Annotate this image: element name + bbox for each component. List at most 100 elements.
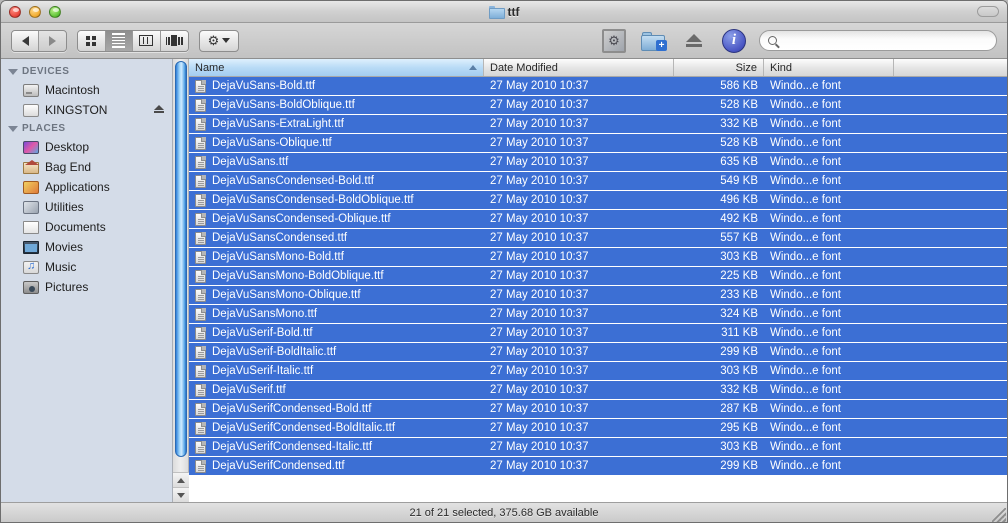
sidebar-item-music[interactable]: Music [1, 257, 172, 277]
column-header-name[interactable]: Name [189, 59, 484, 76]
disclosure-triangle-icon[interactable] [8, 125, 18, 132]
movies-icon [23, 240, 39, 254]
cell-date-modified: 27 May 2010 10:37 [490, 422, 589, 434]
music-icon [23, 260, 39, 274]
new-folder-button[interactable]: + [639, 27, 669, 55]
cell-date-modified: 27 May 2010 10:37 [490, 270, 589, 282]
icon-view-button[interactable] [78, 30, 106, 51]
cell-kind: Windo...e font [770, 156, 841, 168]
column-view-button[interactable] [133, 30, 161, 51]
eject-icon [684, 32, 704, 50]
eject-button[interactable] [679, 27, 709, 55]
table-row[interactable]: DejaVuSans.ttf 27 May 2010 10:37 635 KB Win… [189, 153, 1007, 172]
table-row[interactable]: DejaVuSerifCondensed-BoldItalic.ttf 27 Ma… [189, 419, 1007, 438]
back-button[interactable] [12, 30, 39, 51]
sidebar-item-label: Pictures [45, 280, 89, 294]
table-row[interactable]: DejaVuSans-Bold.ttf 27 May 2010 10:37 586 … [189, 77, 1007, 96]
resize-grip[interactable] [992, 508, 1006, 522]
scroll-down-button[interactable] [173, 487, 189, 502]
quick-look-button[interactable]: ⚙ [599, 27, 629, 55]
sidebar-item-pictures[interactable]: Pictures [1, 277, 172, 297]
cell-name: DejaVuSans.ttf [189, 155, 484, 169]
cell-kind: Windo...e font [770, 194, 841, 206]
document-icon [195, 250, 206, 264]
column-header-label: Name [195, 61, 225, 74]
removable-disk-icon [23, 103, 39, 117]
document-icon [195, 307, 206, 321]
forward-button[interactable] [39, 30, 66, 51]
sidebar-item-applications[interactable]: Applications [1, 177, 172, 197]
table-row[interactable]: DejaVuSans-ExtraLight.ttf 27 May 2010 10:… [189, 115, 1007, 134]
sidebar-item-documents[interactable]: Documents [1, 217, 172, 237]
document-icon [195, 231, 206, 245]
coverflow-icon [165, 35, 183, 46]
table-row[interactable]: DejaVuSansMono-Oblique.ttf 27 May 2010 10… [189, 286, 1007, 305]
coverflow-view-button[interactable] [160, 30, 188, 51]
cell-date-modified: 27 May 2010 10:37 [490, 365, 589, 377]
document-icon [195, 136, 206, 150]
window-controls [1, 5, 61, 18]
list-icon [112, 33, 126, 48]
scroll-up-button[interactable] [173, 472, 189, 487]
sidebar-item-utilities[interactable]: Utilities [1, 197, 172, 217]
cell-size: 528 KB [720, 137, 758, 149]
table-row[interactable]: DejaVuSerif-Italic.ttf 27 May 2010 10:37 3… [189, 362, 1007, 381]
disclosure-triangle-icon[interactable] [8, 68, 18, 75]
table-row[interactable]: DejaVuSerifCondensed-Bold.ttf 27 May 2010… [189, 400, 1007, 419]
table-row[interactable]: DejaVuSansCondensed-BoldOblique.ttf 27 Ma… [189, 191, 1007, 210]
eject-icon[interactable] [154, 105, 164, 113]
table-row[interactable]: DejaVuSansMono-BoldOblique.ttf 27 May 201… [189, 267, 1007, 286]
search-input[interactable] [782, 34, 988, 47]
cell-name: DejaVuSerifCondensed-BoldItalic.ttf [189, 421, 484, 435]
table-row[interactable]: DejaVuSansMono.ttf 27 May 2010 10:37 324 K… [189, 305, 1007, 324]
quicklook-icon: ⚙ [602, 28, 626, 53]
column-header-size[interactable]: Size [674, 59, 764, 76]
minimize-button[interactable] [29, 5, 41, 18]
close-button[interactable] [9, 5, 21, 18]
folder-icon [488, 6, 505, 19]
sidebar-item-movies[interactable]: Movies [1, 237, 172, 257]
list-view-button[interactable] [105, 30, 133, 51]
sidebar-group-devices[interactable]: DEVICES [1, 63, 172, 80]
maximize-button[interactable] [49, 5, 61, 18]
table-row[interactable]: DejaVuSans-BoldOblique.ttf 27 May 2010 10… [189, 96, 1007, 115]
table-row[interactable]: DejaVuSerifCondensed-Italic.ttf 27 May 20… [189, 438, 1007, 457]
title-bar[interactable]: ttf [1, 1, 1007, 23]
table-row[interactable]: DejaVuSansCondensed-Oblique.ttf 27 May 20… [189, 210, 1007, 229]
cell-size: 303 KB [720, 251, 758, 263]
chevron-right-icon [49, 35, 56, 46]
table-row[interactable]: DejaVuSerifCondensed.ttf 27 May 2010 10:3… [189, 457, 1007, 476]
table-row[interactable]: DejaVuSans-Oblique.ttf 27 May 2010 10:37 5… [189, 134, 1007, 153]
table-row[interactable]: DejaVuSerif-Bold.ttf 27 May 2010 10:37 311… [189, 324, 1007, 343]
sidebar-item-desktop[interactable]: Desktop [1, 137, 172, 157]
file-name: DejaVuSerif-BoldItalic.ttf [212, 346, 337, 358]
cell-size: 332 KB [720, 384, 758, 396]
action-gear-menu[interactable]: ⚙ [199, 29, 239, 52]
sidebar-group-places[interactable]: PLACES [1, 120, 172, 137]
column-header-date[interactable]: Date Modified [484, 59, 674, 76]
table-row[interactable]: DejaVuSerif.ttf 27 May 2010 10:37 332 KB Wi… [189, 381, 1007, 400]
cell-size: 324 KB [720, 308, 758, 320]
get-info-button[interactable]: i [719, 27, 749, 55]
table-row[interactable]: DejaVuSansCondensed.ttf 27 May 2010 10:37… [189, 229, 1007, 248]
sidebar-group-label: PLACES [22, 123, 66, 134]
column-header-label: Size [735, 61, 757, 74]
cell-size: 233 KB [720, 289, 758, 301]
sidebar-item-kingston[interactable]: KINGSTON [1, 100, 172, 120]
search-field[interactable] [759, 30, 997, 51]
vertical-scrollbar[interactable] [173, 59, 189, 502]
sidebar-item-bag-end[interactable]: Bag End [1, 157, 172, 177]
toolbar-toggle-button[interactable] [977, 6, 999, 17]
cell-size: 287 KB [720, 403, 758, 415]
scrollbar-thumb[interactable] [175, 61, 187, 457]
column-header-kind[interactable]: Kind [764, 59, 894, 76]
sidebar-item-label: KINGSTON [45, 103, 108, 117]
cell-date-modified: 27 May 2010 10:37 [490, 251, 589, 263]
table-row[interactable]: DejaVuSansMono-Bold.ttf 27 May 2010 10:37… [189, 248, 1007, 267]
file-name: DejaVuSerif-Bold.ttf [212, 327, 313, 339]
table-row[interactable]: DejaVuSansCondensed-Bold.ttf 27 May 2010 … [189, 172, 1007, 191]
table-row[interactable]: DejaVuSerif-BoldItalic.ttf 27 May 2010 10… [189, 343, 1007, 362]
cell-kind: Windo...e font [770, 441, 841, 453]
column-header-label: Date Modified [490, 61, 558, 74]
sidebar-item-macintosh[interactable]: Macintosh [1, 80, 172, 100]
